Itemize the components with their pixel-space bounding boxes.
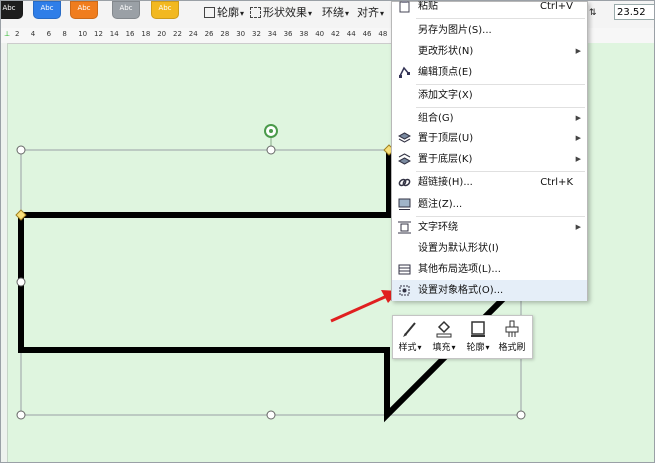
resize-handle-bottom[interactable] xyxy=(266,410,276,420)
submenu-arrow-icon: ▶ xyxy=(575,155,581,163)
menu-item-hyperlink[interactable]: 超链接(H)... Ctrl+K xyxy=(392,172,587,193)
resize-handle-left[interactable] xyxy=(16,277,26,287)
menu-item-bring-to-front[interactable]: 置于顶层(U) ▶ xyxy=(392,128,587,149)
chevron-down-icon: ▾ xyxy=(417,343,422,352)
hyperlink-icon xyxy=(398,176,411,189)
menu-separator xyxy=(416,18,585,19)
resize-handle-top[interactable] xyxy=(266,145,276,155)
rotate-handle-dot xyxy=(269,129,273,133)
send-to-back-icon xyxy=(397,153,412,166)
chevron-down-icon: ▾ xyxy=(451,343,456,352)
submenu-arrow-icon: ▶ xyxy=(575,223,581,231)
red-arrow-shaft xyxy=(330,294,388,323)
menu-item-paste[interactable]: 粘贴 Ctrl+V xyxy=(392,1,587,17)
resize-handle-bottom-right[interactable] xyxy=(516,410,526,420)
format-object-icon xyxy=(398,284,411,297)
submenu-arrow-icon: ▶ xyxy=(575,114,581,122)
menu-item-change-shape[interactable]: 更改形状(N) ▶ xyxy=(392,41,587,62)
outline-button[interactable]: 轮廓▾ xyxy=(462,318,494,356)
menu-item-caption[interactable]: 题注(Z)... xyxy=(392,194,587,215)
menu-item-more-layout-options[interactable]: 其他布局选项(L)... xyxy=(392,259,587,280)
menu-item-format-object[interactable]: 设置对象格式(O)... xyxy=(392,280,587,301)
adjust-handle-left[interactable] xyxy=(15,209,27,221)
style-brush-icon xyxy=(403,322,416,337)
chevron-down-icon: ▾ xyxy=(485,343,490,352)
caption-icon xyxy=(398,198,411,211)
menu-item-group[interactable]: 组合(G) ▶ xyxy=(392,108,587,129)
bring-to-front-icon xyxy=(397,132,412,145)
menu-item-set-default-shape[interactable]: 设置为默认形状(I) xyxy=(392,238,587,259)
fill-button[interactable]: 填充▾ xyxy=(428,318,460,356)
layout-options-icon xyxy=(398,263,411,276)
menu-item-edit-points[interactable]: 编辑顶点(E) xyxy=(392,62,587,83)
paste-icon xyxy=(398,1,411,13)
shape-line-top[interactable] xyxy=(21,150,392,218)
format-painter-button[interactable]: 格式刷 xyxy=(496,318,528,356)
resize-handle-top-left[interactable] xyxy=(16,145,26,155)
edit-points-icon xyxy=(398,66,411,79)
context-menu: 粘贴 Ctrl+V 另存为图片(S)... 更改形状(N) ▶ 编辑顶点(E) … xyxy=(391,1,588,301)
fill-bucket-icon xyxy=(436,320,452,338)
menu-item-text-wrap[interactable]: 文字环绕 ▶ xyxy=(392,217,587,238)
text-wrap-icon xyxy=(398,221,411,234)
submenu-arrow-icon: ▶ xyxy=(575,134,581,142)
submenu-arrow-icon: ▶ xyxy=(575,47,581,55)
menu-item-save-as-picture[interactable]: 另存为图片(S)... xyxy=(392,20,587,41)
outline-icon xyxy=(471,321,485,337)
format-painter-icon xyxy=(505,320,519,337)
floating-shape-toolbar: 样式▾ 填充▾ 轮廓▾ 格式刷 xyxy=(392,315,533,359)
document-window: Abc Abc Abc Abc Abc 轮廓▾ 形状效果▾ 环绕▾ 对齐▾ ⇅ … xyxy=(0,0,655,463)
style-button[interactable]: 样式▾ xyxy=(394,318,426,356)
menu-item-add-text[interactable]: 添加文字(X) xyxy=(392,85,587,106)
menu-item-send-to-back[interactable]: 置于底层(K) ▶ xyxy=(392,149,587,170)
resize-handle-bottom-left[interactable] xyxy=(16,410,26,420)
